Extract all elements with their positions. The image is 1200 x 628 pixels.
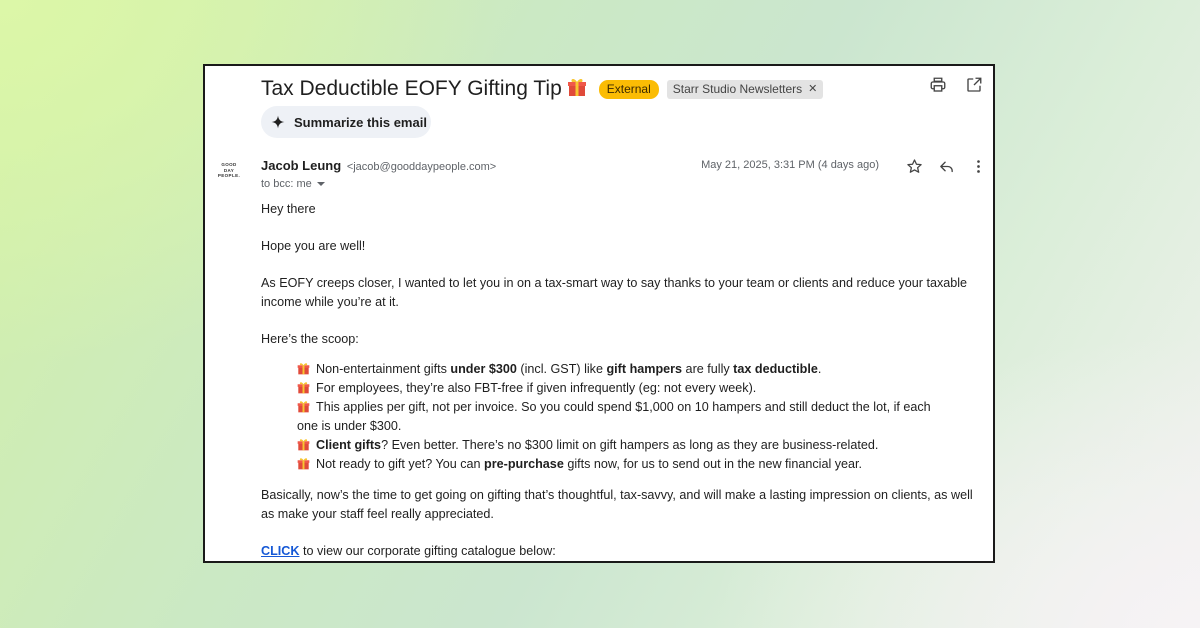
text: ? Even better. There’s no $300 limit on …	[381, 438, 879, 452]
catalogue-link[interactable]: CLICK	[261, 544, 299, 558]
chevron-down-icon[interactable]	[316, 182, 325, 186]
email-subject: Tax Deductible EOFY Gifting Tip	[261, 77, 587, 101]
label-tag-text: Starr Studio Newsletters	[672, 81, 803, 96]
sender: Jacob Leung <jacob@gooddaypeople.com>	[261, 158, 496, 173]
text: are fully	[682, 362, 734, 376]
message-actions	[903, 155, 989, 177]
text: Not ready to gift yet? You can	[316, 457, 485, 471]
text: (incl. GST) like	[516, 362, 607, 376]
greeting: Hey there	[261, 202, 316, 216]
gift-icon	[297, 363, 310, 375]
recipient-details[interactable]: to bcc: me	[261, 178, 325, 190]
summarize-label: Summarize this email	[294, 114, 427, 130]
avatar[interactable]: GOOD DAY PEOPLE.	[217, 162, 241, 179]
subject-row: Tax Deductible EOFY Gifting Tip External…	[261, 72, 993, 106]
sparkle-icon	[271, 115, 285, 129]
recipient-text: to bcc: me	[261, 178, 312, 190]
label-tag[interactable]: Starr Studio Newsletters ✕	[666, 79, 824, 99]
top-actions	[927, 74, 985, 96]
gift-icon	[297, 382, 310, 394]
body-paragraph: Hope you are well!	[261, 239, 366, 253]
email-window: Tax Deductible EOFY Gifting Tip External…	[203, 64, 995, 563]
body-paragraph: income while you’re at it.	[261, 295, 399, 309]
text: one is under $300.	[297, 419, 402, 433]
email-date: May 21, 2025, 3:31 PM (4 days ago)	[701, 159, 879, 171]
cta-paragraph: CLICK to view our corporate gifting cata…	[261, 542, 981, 561]
text: gifts now, for us to send out in the new…	[563, 457, 863, 471]
list-item-continuation: one is under $300.	[297, 417, 947, 436]
text: Non-entertainment gifts	[316, 362, 451, 376]
summarize-button[interactable]: Summarize this email	[261, 106, 431, 138]
list-item: Client gifts? Even better. There’s no $3…	[297, 436, 947, 455]
body-paragraph: As EOFY creeps closer, I wanted to let y…	[261, 276, 968, 290]
gift-icon	[297, 439, 310, 451]
list-item: Non-entertainment gifts under $300 (incl…	[297, 360, 947, 379]
external-tag: External	[598, 79, 659, 99]
body-paragraph: Here’s the scoop:	[261, 332, 359, 346]
text: to view our corporate gifting catalogue …	[299, 544, 556, 558]
bold-text: gift hampers	[606, 362, 683, 376]
list-item: Not ready to gift yet? You can pre-purch…	[297, 455, 947, 474]
gift-icon	[297, 458, 310, 470]
more-vert-icon[interactable]	[967, 155, 989, 177]
list-item: This applies per gift, not per invoice. …	[297, 398, 947, 417]
bold-text: pre-purchase	[484, 457, 564, 471]
reply-icon[interactable]	[935, 155, 957, 177]
bold-text: Client gifts	[316, 438, 382, 452]
text: .	[817, 362, 822, 376]
remove-label-icon[interactable]: ✕	[808, 82, 817, 97]
text: For employees, they’re also FBT-free if …	[316, 381, 757, 395]
bold-text: under $300	[450, 362, 517, 376]
list-item: For employees, they’re also FBT-free if …	[297, 379, 947, 398]
star-icon[interactable]	[903, 155, 925, 177]
sender-name[interactable]: Jacob Leung	[261, 158, 341, 173]
body-paragraph: Basically, now’s the time to get going o…	[261, 488, 973, 502]
bold-text: tax deductible	[733, 362, 818, 376]
body-paragraph: as make your staff feel really appreciat…	[261, 507, 494, 521]
open-in-new-icon[interactable]	[963, 74, 985, 96]
text: This applies per gift, not per invoice. …	[316, 400, 931, 414]
gift-icon	[567, 78, 586, 96]
print-icon[interactable]	[927, 74, 949, 96]
sender-email: <jacob@gooddaypeople.com>	[346, 161, 497, 173]
gift-icon	[297, 401, 310, 413]
